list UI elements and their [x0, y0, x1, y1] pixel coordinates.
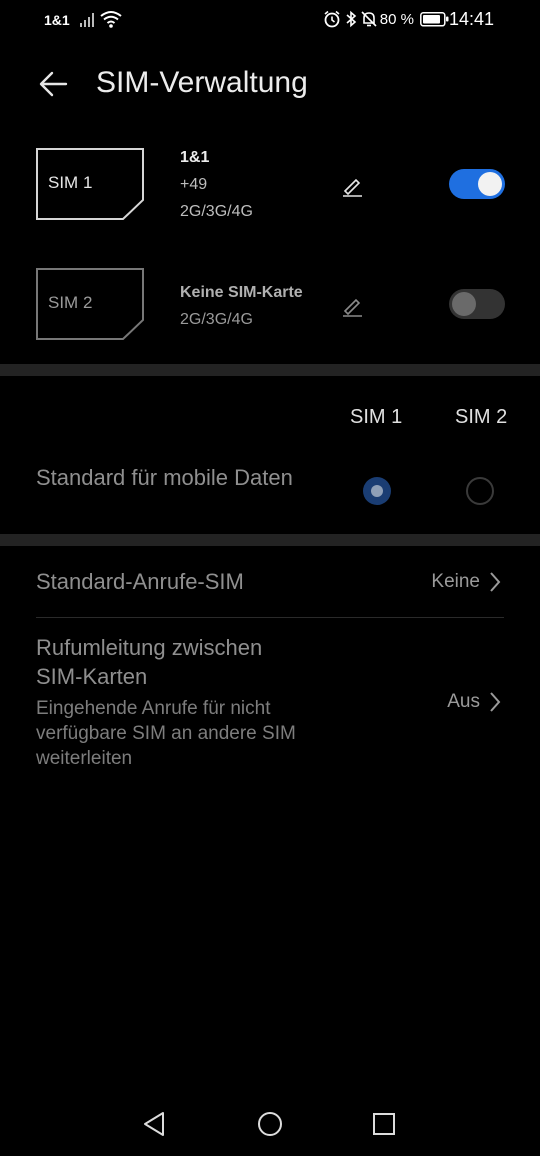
- sim1-card-icon: SIM 1: [36, 148, 144, 220]
- back-arrow-icon[interactable]: [34, 64, 74, 104]
- signal-icon: [80, 13, 94, 27]
- nav-back-icon[interactable]: [134, 1104, 174, 1144]
- sim2-networks: 2G/3G/4G: [180, 311, 253, 328]
- column-header-sim2: SIM 2: [455, 406, 508, 428]
- sim2-card-icon: SIM 2: [36, 268, 144, 340]
- sim2-name: Keine SIM-Karte: [180, 284, 303, 301]
- sim1-name: 1&1: [180, 149, 210, 166]
- alarm-icon: [324, 10, 340, 28]
- sim1-info: 1&1 +49 2G/3G/4G: [180, 144, 253, 225]
- call-forwarding-label: Rufumleitung zwischen SIM-Karten: [36, 635, 263, 689]
- carrier-label: 1&1: [44, 12, 70, 28]
- page-title: SIM-Verwaltung: [96, 66, 308, 99]
- chevron-right-icon: [490, 692, 501, 712]
- sim1-toggle[interactable]: [449, 169, 505, 199]
- sim2-info: Keine SIM-Karte 2G/3G/4G: [180, 279, 303, 333]
- clock: 14:41: [448, 9, 494, 29]
- sim2-edit-icon[interactable]: [340, 293, 366, 319]
- sim2-card-label: SIM 2: [48, 293, 93, 312]
- mobile-data-label: Standard für mobile Daten: [36, 465, 293, 490]
- sim1-number: +49: [180, 176, 208, 193]
- sim2-toggle[interactable]: [449, 289, 505, 319]
- call-forwarding-value: Aus: [447, 691, 480, 712]
- sim1-edit-icon[interactable]: [340, 173, 366, 199]
- section-divider: [0, 364, 540, 376]
- bluetooth-icon: [346, 10, 357, 28]
- call-forwarding-description: Eingehende Anrufe für nicht verfügbare S…: [36, 698, 296, 769]
- battery-percentage: 80 %: [379, 11, 414, 28]
- status-bar: 1&1 80 % 14:41: [0, 0, 540, 40]
- mobile-data-sim2-radio[interactable]: [466, 477, 494, 505]
- chevron-right-icon: [490, 572, 501, 592]
- sim1-card-label: SIM 1: [48, 173, 93, 192]
- mute-icon: [361, 11, 377, 27]
- list-divider: [36, 617, 504, 618]
- calls-sim-label: Standard-Anrufe-SIM: [36, 569, 244, 594]
- mobile-data-sim1-radio[interactable]: [363, 477, 391, 505]
- section-divider: [0, 534, 540, 546]
- calls-sim-value: Keine: [431, 571, 480, 592]
- call-forwarding-row[interactable]: Rufumleitung zwischen SIM-Karten Eingehe…: [0, 620, 540, 780]
- wifi-icon: [100, 11, 122, 28]
- nav-recents-icon[interactable]: [364, 1104, 404, 1144]
- column-header-sim1: SIM 1: [350, 406, 403, 428]
- nav-home-icon[interactable]: [250, 1104, 290, 1144]
- calls-sim-row[interactable]: Standard-Anrufe-SIM Keine: [0, 550, 540, 614]
- battery-icon: [420, 12, 449, 27]
- sim1-networks: 2G/3G/4G: [180, 203, 253, 220]
